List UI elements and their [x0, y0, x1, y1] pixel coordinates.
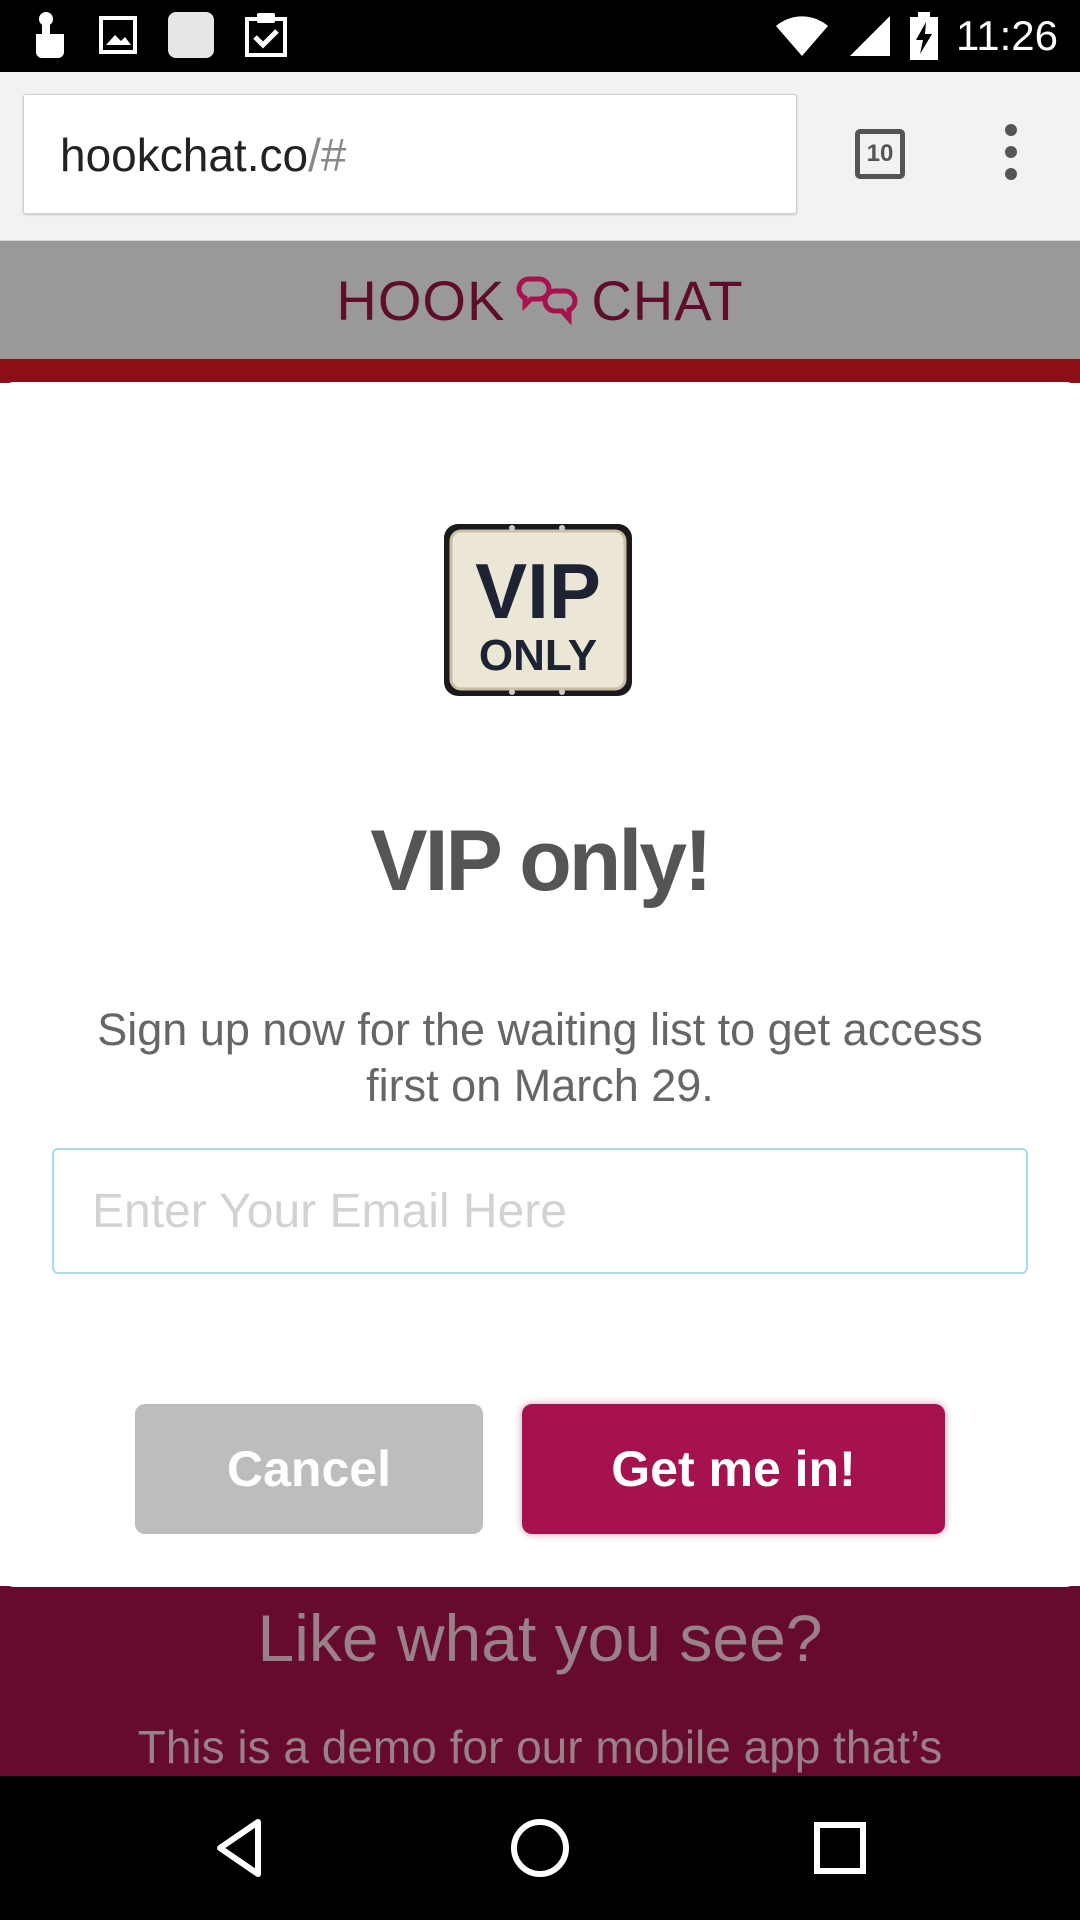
status-bar: 11:26	[0, 0, 1080, 72]
url-text: hookchat.co/#	[60, 127, 346, 183]
url-host: hookchat.co	[60, 129, 309, 181]
image-icon	[99, 16, 137, 54]
tab-switcher-button[interactable]: 10	[855, 129, 905, 179]
clipboard-check-icon	[245, 13, 287, 57]
more-vert-icon[interactable]	[996, 124, 1026, 184]
home-icon[interactable]	[508, 1816, 572, 1880]
battery-charging-icon	[910, 12, 938, 60]
site-logo[interactable]: HOOK CHAT	[0, 241, 1080, 359]
vip-only-sign-image: VIP ONLY	[444, 524, 632, 696]
clock: 11:26	[956, 12, 1058, 59]
chat-bubbles-icon	[516, 276, 578, 325]
site-header: HOOK CHAT	[0, 241, 1080, 359]
email-field[interactable]	[52, 1148, 1028, 1274]
hand-touch-icon	[36, 12, 64, 58]
notification-icons	[30, 10, 288, 60]
wifi-icon	[776, 16, 828, 56]
tab-count: 10	[866, 140, 894, 167]
sign-line-2: ONLY	[479, 631, 597, 680]
logo-text-left: HOOK	[336, 268, 506, 332]
promo-title: Like what you see?	[257, 1601, 823, 1675]
cell-signal-icon	[850, 16, 890, 56]
system-nav-bar	[0, 1776, 1080, 1920]
get-me-in-button[interactable]: Get me in!	[522, 1404, 945, 1534]
vip-signup-dialog: VIP ONLY VIP only! Sign up now for the w…	[0, 382, 1080, 1587]
url-bar[interactable]: hookchat.co/#	[23, 94, 797, 214]
cancel-button[interactable]: Cancel	[135, 1404, 483, 1534]
app-square-icon	[168, 12, 214, 58]
header-divider	[0, 359, 1080, 383]
system-icons: 11:26	[774, 0, 1058, 72]
dialog-description: Sign up now for the waiting list to get …	[97, 1004, 983, 1111]
dialog-title: VIP only!	[370, 813, 712, 909]
url-path: /#	[308, 129, 347, 181]
back-icon[interactable]	[208, 1816, 272, 1880]
promo-text: This is a demo for our mobile app that’s	[137, 1721, 943, 1773]
sign-line-1: VIP	[475, 547, 601, 635]
browser-toolbar: hookchat.co/# 10	[0, 72, 1080, 241]
recents-icon[interactable]	[808, 1816, 872, 1880]
promo-section: Like what you see? This is a demo for ou…	[0, 1586, 1080, 1776]
logo-text-right: CHAT	[591, 268, 744, 332]
